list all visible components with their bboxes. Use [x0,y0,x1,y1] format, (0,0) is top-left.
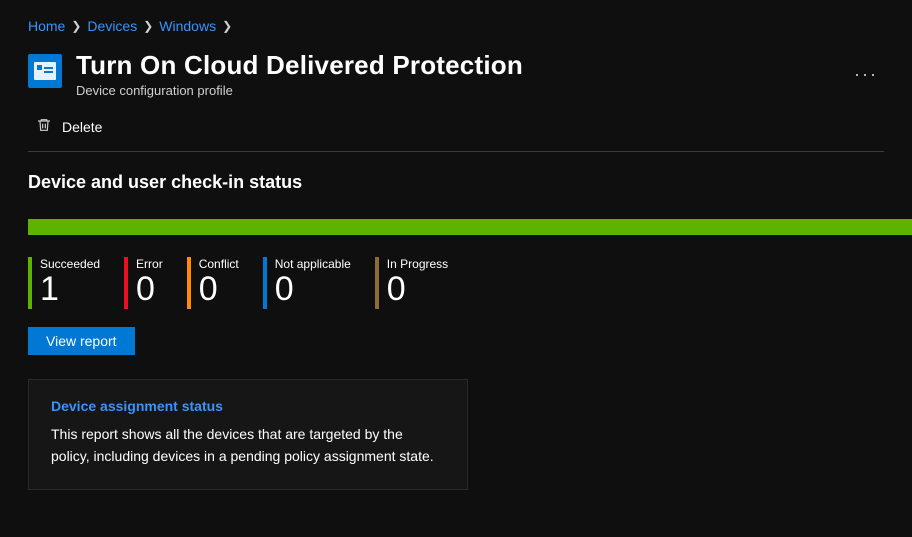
stat-error: Error0 [124,257,163,309]
stats-row: Succeeded1Error0Conflict0Not applicable0… [28,257,884,309]
stat-color-bar [263,257,267,309]
chevron-right-icon: ❯ [143,19,153,33]
stat-not-applicable: Not applicable0 [263,257,351,309]
stat-conflict: Conflict0 [187,257,239,309]
stat-color-bar [28,257,32,309]
stat-label: In Progress [387,257,448,271]
device-assignment-card[interactable]: Device assignment status This report sho… [28,379,468,490]
page-header: Turn On Cloud Delivered Protection Devic… [28,50,884,98]
stat-value: 1 [40,271,100,308]
stat-value: 0 [275,271,351,308]
profile-icon [28,54,62,88]
breadcrumb-devices[interactable]: Devices [87,18,137,34]
page-title: Turn On Cloud Delivered Protection [76,50,834,81]
stat-color-bar [187,257,191,309]
card-title: Device assignment status [51,398,445,414]
breadcrumb-home[interactable]: Home [28,18,65,34]
stat-label: Not applicable [275,257,351,271]
chevron-right-icon: ❯ [71,19,81,33]
stat-color-bar [124,257,128,309]
status-progress-bar [28,219,912,235]
divider [28,151,884,152]
stat-label: Error [136,257,163,271]
stat-label: Succeeded [40,257,100,271]
delete-button[interactable]: Delete [62,119,102,135]
stat-in-progress: In Progress0 [375,257,448,309]
section-title: Device and user check-in status [28,172,884,193]
breadcrumb: Home ❯ Devices ❯ Windows ❯ [28,18,884,34]
stat-succeeded: Succeeded1 [28,257,100,309]
breadcrumb-windows[interactable]: Windows [159,18,216,34]
stat-value: 0 [136,271,163,308]
view-report-button[interactable]: View report [28,327,135,355]
card-body: This report shows all the devices that a… [51,424,445,467]
chevron-right-icon: ❯ [222,19,232,33]
stat-value: 0 [199,271,239,308]
toolbar: Delete [36,116,884,137]
stat-value: 0 [387,271,448,308]
page-subtitle: Device configuration profile [76,83,834,98]
stat-label: Conflict [199,257,239,271]
trash-icon[interactable] [36,116,52,137]
stat-color-bar [375,257,379,309]
more-button[interactable]: ··· [848,60,884,89]
